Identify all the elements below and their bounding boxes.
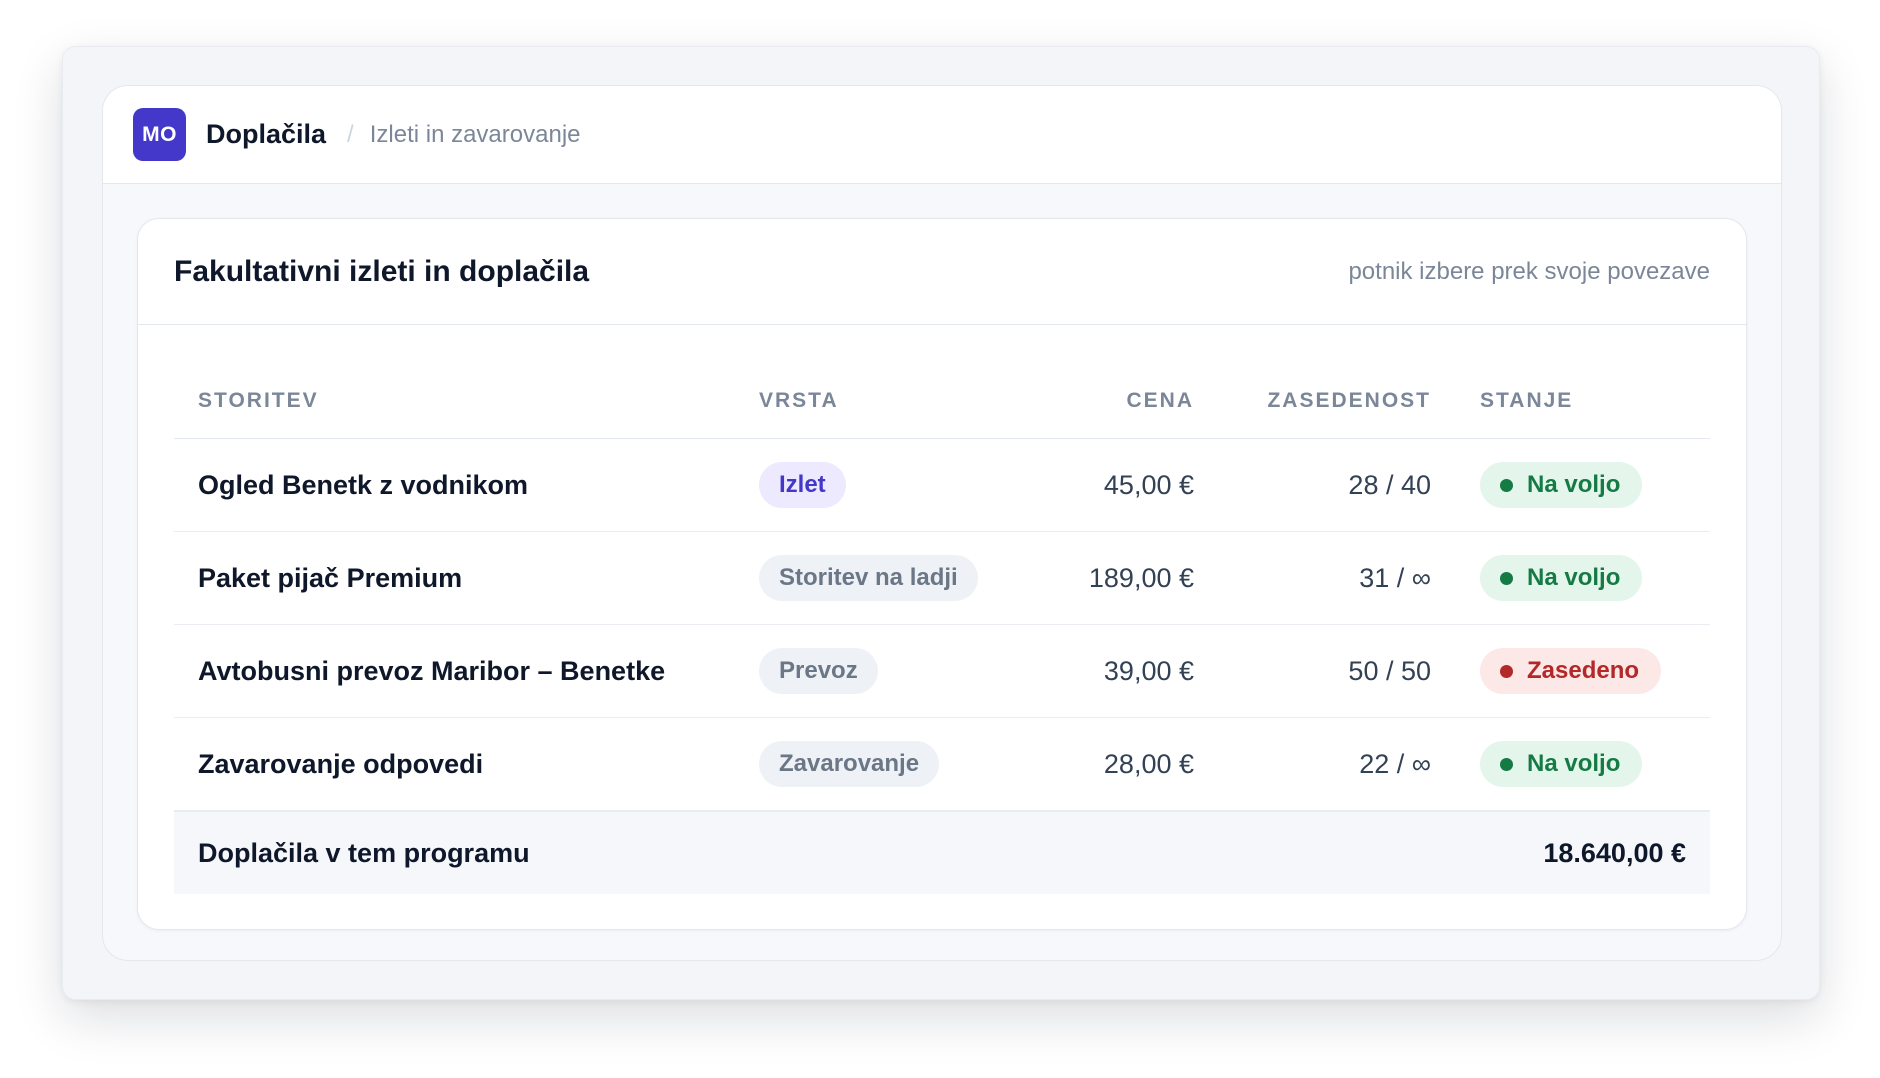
type-badge: Zavarovanje bbox=[759, 741, 940, 787]
table-row[interactable]: Avtobusni prevoz Maribor – Benetke Prevo… bbox=[174, 625, 1710, 718]
occupancy: 31 / ∞ bbox=[1359, 562, 1431, 593]
status-dot-icon bbox=[1500, 571, 1513, 585]
status-badge: Zasedeno bbox=[1480, 648, 1662, 694]
status-dot-icon bbox=[1500, 478, 1513, 492]
type-badge: Izlet bbox=[759, 462, 846, 508]
app-window: MO Doplačila / Izleti in zavarovanje Fak… bbox=[62, 46, 1820, 1000]
type-badge: Prevoz bbox=[759, 648, 878, 694]
card-header: Fakultativni izleti in doplačila potnik … bbox=[138, 219, 1746, 325]
breadcrumb-separator: / bbox=[347, 120, 354, 148]
table-row[interactable]: Ogled Benetk z vodnikom Izlet 45,00 € 28… bbox=[174, 439, 1710, 532]
card-hint: potnik izbere prek svoje povezave bbox=[1348, 257, 1710, 285]
app-panel: MO Doplačila / Izleti in zavarovanje Fak… bbox=[102, 85, 1782, 961]
status-dot-icon bbox=[1500, 664, 1513, 678]
extras-card: Fakultativni izleti in doplačila potnik … bbox=[137, 218, 1747, 930]
status-badge: Na voljo bbox=[1480, 462, 1643, 508]
occupancy: 50 / 50 bbox=[1348, 655, 1431, 686]
status-label: Na voljo bbox=[1527, 750, 1621, 777]
card-title: Fakultativni izleti in doplačila bbox=[174, 254, 590, 288]
table-row[interactable]: Zavarovanje odpovedi Zavarovanje 28,00 €… bbox=[174, 718, 1710, 811]
column-header-service[interactable]: STORITEV bbox=[174, 389, 759, 413]
column-header-type[interactable]: VRSTA bbox=[759, 389, 1029, 413]
status-label: Na voljo bbox=[1527, 471, 1621, 498]
column-header-status[interactable]: STANJE bbox=[1431, 389, 1710, 413]
price: 45,00 € bbox=[1103, 469, 1194, 500]
occupancy: 22 / ∞ bbox=[1359, 748, 1431, 779]
status-label: Zasedeno bbox=[1527, 657, 1640, 684]
top-bar: MO Doplačila / Izleti in zavarovanje bbox=[103, 86, 1781, 184]
extras-table: STORITEV VRSTA CENA ZASEDENOST STANJE Og… bbox=[174, 363, 1710, 894]
table-row[interactable]: Paket pijač Premium Storitev na ladji 18… bbox=[174, 532, 1710, 625]
page-title: Doplačila bbox=[206, 119, 327, 149]
avatar[interactable]: MO bbox=[133, 108, 186, 161]
column-header-price[interactable]: CENA bbox=[1029, 389, 1194, 413]
status-badge: Na voljo bbox=[1480, 741, 1643, 787]
service-name: Zavarovanje odpovedi bbox=[198, 748, 484, 779]
status-badge: Na voljo bbox=[1480, 555, 1643, 601]
price: 189,00 € bbox=[1088, 562, 1194, 593]
service-name: Paket pijač Premium bbox=[198, 562, 463, 593]
total-label: Doplačila v tem programu bbox=[198, 837, 530, 868]
price: 39,00 € bbox=[1103, 655, 1194, 686]
total-row: Doplačila v tem programu 18.640,00 € bbox=[174, 811, 1710, 894]
price: 28,00 € bbox=[1103, 748, 1194, 779]
table-header-row: STORITEV VRSTA CENA ZASEDENOST STANJE bbox=[174, 363, 1710, 439]
status-label: Na voljo bbox=[1527, 564, 1621, 591]
status-dot-icon bbox=[1500, 757, 1513, 771]
service-name: Ogled Benetk z vodnikom bbox=[198, 469, 529, 500]
type-badge: Storitev na ladji bbox=[759, 555, 978, 601]
occupancy: 28 / 40 bbox=[1348, 469, 1431, 500]
breadcrumb[interactable]: Izleti in zavarovanje bbox=[370, 121, 581, 149]
service-name: Avtobusni prevoz Maribor – Benetke bbox=[198, 655, 666, 686]
column-header-occupancy[interactable]: ZASEDENOST bbox=[1194, 389, 1431, 413]
total-value: 18.640,00 € bbox=[1543, 837, 1686, 868]
